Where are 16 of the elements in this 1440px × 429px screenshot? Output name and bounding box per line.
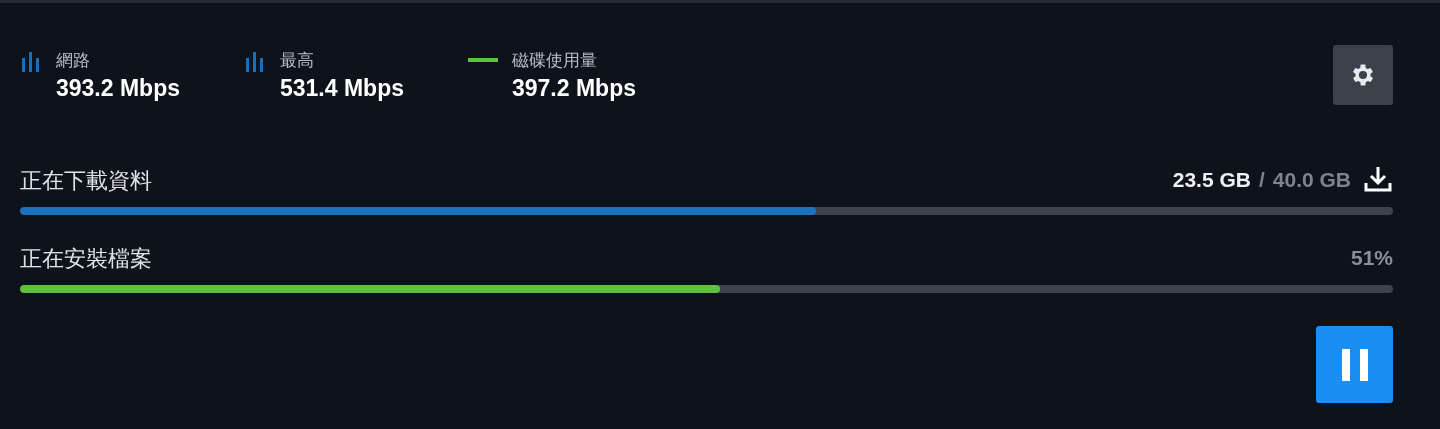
settings-button[interactable] <box>1333 45 1393 105</box>
total-size: 40.0 GB <box>1272 166 1351 193</box>
stat-value: 397.2 Mbps <box>512 74 636 102</box>
progress-label: 正在下載資料 <box>20 167 152 195</box>
pause-icon <box>1339 348 1370 381</box>
stat-label: 網路 <box>56 50 91 72</box>
stat-value: 393.2 Mbps <box>56 74 180 102</box>
download-icon <box>1363 165 1393 194</box>
separator: / <box>1258 166 1265 193</box>
pause-button[interactable] <box>1316 326 1393 403</box>
stat-value: 531.4 Mbps <box>280 74 404 102</box>
downloaded-size: 23.5 GB <box>1172 166 1251 193</box>
stat-label: 最高 <box>280 50 315 72</box>
progress-label: 正在安裝檔案 <box>20 245 152 273</box>
stat-label: 磁碟使用量 <box>512 50 598 72</box>
progress-percent: 51% <box>1350 244 1393 271</box>
